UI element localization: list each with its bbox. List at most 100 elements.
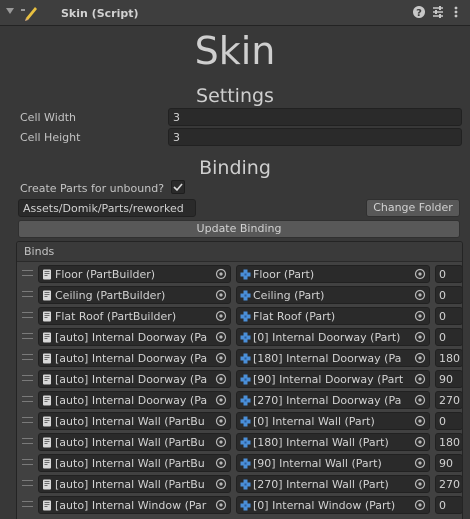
rotation-field[interactable]: 90 xyxy=(435,370,462,388)
rotation-field[interactable]: 90 xyxy=(435,454,462,472)
part-builder-field[interactable]: Flat Roof (PartBuilder) xyxy=(38,307,231,325)
create-parts-checkbox[interactable] xyxy=(171,180,185,194)
part-builder-icon xyxy=(42,290,53,301)
part-builder-field[interactable]: [auto] Internal Doorway (Pa xyxy=(38,370,231,388)
part-field[interactable]: [0] Internal Wall (Part) xyxy=(236,412,430,430)
rotation-field[interactable]: 270 xyxy=(435,475,462,493)
rotation-field[interactable]: 270 xyxy=(435,391,462,409)
drag-handle-icon[interactable] xyxy=(22,501,33,507)
rotation-field[interactable]: 180 xyxy=(435,433,462,451)
part-builder-field[interactable]: [auto] Internal Wall (PartBu xyxy=(38,412,231,430)
object-picker-icon[interactable] xyxy=(411,308,429,324)
part-field[interactable]: Flat Roof (Part) xyxy=(236,307,430,325)
part-builder-icon xyxy=(42,500,53,511)
drag-handle-icon[interactable] xyxy=(22,459,33,465)
object-picker-icon[interactable] xyxy=(212,413,230,429)
object-picker-icon[interactable] xyxy=(411,392,429,408)
object-picker-icon[interactable] xyxy=(212,476,230,492)
object-picker-icon[interactable] xyxy=(212,329,230,345)
object-picker-icon[interactable] xyxy=(212,497,230,513)
rotation-field[interactable]: 0 xyxy=(435,286,462,304)
part-builder-field[interactable]: [auto] Internal Window (Par xyxy=(38,496,231,514)
drag-handle-icon[interactable] xyxy=(22,333,33,339)
part-field[interactable]: [180] Internal Wall (Part) xyxy=(236,433,430,451)
object-picker-icon[interactable] xyxy=(411,413,429,429)
part-name: [0] Internal Wall (Part) xyxy=(253,415,375,428)
object-picker-icon[interactable] xyxy=(212,266,230,282)
object-picker-icon[interactable] xyxy=(411,434,429,450)
part-field[interactable]: [90] Internal Doorway (Part xyxy=(236,370,430,388)
object-picker-icon[interactable] xyxy=(212,434,230,450)
object-picker-icon[interactable] xyxy=(411,497,429,513)
change-folder-button[interactable]: Change Folder xyxy=(366,199,460,217)
part-builder-name: [auto] Internal Doorway (Pa xyxy=(55,373,208,386)
part-field[interactable]: [270] Internal Wall (Part) xyxy=(236,475,430,493)
part-builder-field[interactable]: [auto] Internal Wall (PartBu xyxy=(38,433,231,451)
rotation-field[interactable]: 0 xyxy=(435,496,462,514)
rotation-field[interactable]: 0 xyxy=(435,328,462,346)
rotation-field[interactable]: 0 xyxy=(435,412,462,430)
bind-row: [auto] Internal Window (Par [0] Internal … xyxy=(17,495,462,516)
drag-handle-icon[interactable] xyxy=(22,312,33,318)
object-picker-icon[interactable] xyxy=(411,455,429,471)
foldout-arrow-icon[interactable] xyxy=(6,8,14,14)
part-builder-field[interactable]: [auto] Internal Doorway (Pa xyxy=(38,391,231,409)
drag-handle-icon[interactable] xyxy=(22,291,33,297)
part-field[interactable]: Floor (Part) xyxy=(236,265,430,283)
component-title: Skin (Script) xyxy=(61,7,139,20)
rotation-field[interactable]: 0 xyxy=(435,307,462,325)
part-builder-icon xyxy=(42,353,53,364)
part-field[interactable]: [0] Internal Window (Part) xyxy=(236,496,430,514)
object-picker-icon[interactable] xyxy=(212,287,230,303)
binds-header-label: Binds xyxy=(24,245,55,258)
object-picker-icon[interactable] xyxy=(411,266,429,282)
object-picker-icon[interactable] xyxy=(212,371,230,387)
object-picker-icon[interactable] xyxy=(212,308,230,324)
object-picker-icon[interactable] xyxy=(411,476,429,492)
drag-handle-icon[interactable] xyxy=(22,375,33,381)
cell-height-field[interactable]: 3 xyxy=(168,128,462,146)
object-picker-icon[interactable] xyxy=(212,455,230,471)
rotation-field[interactable]: 0 xyxy=(435,265,462,283)
svg-text:?: ? xyxy=(416,8,422,19)
update-binding-button[interactable]: Update Binding xyxy=(18,220,460,238)
object-picker-icon[interactable] xyxy=(212,392,230,408)
part-icon xyxy=(240,332,251,343)
more-icon[interactable] xyxy=(449,5,463,19)
drag-handle-icon[interactable] xyxy=(22,480,33,486)
script-pencil-icon xyxy=(21,7,37,21)
drag-handle-icon[interactable] xyxy=(22,354,33,360)
part-builder-icon xyxy=(42,311,53,322)
binds-list: Binds Floor (PartBuilder) Floor (Part) 0 Ce… xyxy=(16,241,463,519)
object-picker-icon[interactable] xyxy=(411,371,429,387)
part-builder-field[interactable]: [auto] Internal Doorway (Pa xyxy=(38,349,231,367)
part-builder-field[interactable]: Floor (PartBuilder) xyxy=(38,265,231,283)
drag-handle-icon[interactable] xyxy=(22,396,33,402)
part-name: [0] Internal Window (Part) xyxy=(253,499,396,512)
drag-handle-icon[interactable] xyxy=(22,417,33,423)
part-icon xyxy=(240,479,251,490)
part-builder-field[interactable]: Ceiling (PartBuilder) xyxy=(38,286,231,304)
binds-header[interactable]: Binds xyxy=(17,242,462,262)
object-picker-icon[interactable] xyxy=(212,350,230,366)
part-field[interactable]: [0] Internal Doorway (Part) xyxy=(236,328,430,346)
preset-icon[interactable] xyxy=(431,5,445,19)
bind-row: Flat Roof (PartBuilder) Flat Roof (Part) 0 xyxy=(17,306,462,327)
folder-path-field[interactable]: Assets/Domik/Parts/reworked xyxy=(18,199,196,217)
object-picker-icon[interactable] xyxy=(411,329,429,345)
object-picker-icon[interactable] xyxy=(411,350,429,366)
drag-handle-icon[interactable] xyxy=(22,270,33,276)
part-field[interactable]: Ceiling (Part) xyxy=(236,286,430,304)
part-builder-field[interactable]: [auto] Internal Wall (PartBu xyxy=(38,454,231,472)
object-picker-icon[interactable] xyxy=(411,287,429,303)
part-field[interactable]: [270] Internal Doorway (Pa xyxy=(236,391,430,409)
rotation-field[interactable]: 180 xyxy=(435,349,462,367)
part-name: [270] Internal Wall (Part) xyxy=(253,478,389,491)
part-builder-field[interactable]: [auto] Internal Wall (PartBu xyxy=(38,475,231,493)
drag-handle-icon[interactable] xyxy=(22,438,33,444)
part-builder-field[interactable]: [auto] Internal Doorway (Pa xyxy=(38,328,231,346)
help-icon[interactable]: ? xyxy=(412,5,426,19)
part-field[interactable]: [180] Internal Doorway (Pa xyxy=(236,349,430,367)
cell-width-field[interactable]: 3 xyxy=(168,108,462,126)
part-field[interactable]: [90] Internal Wall (Part) xyxy=(236,454,430,472)
